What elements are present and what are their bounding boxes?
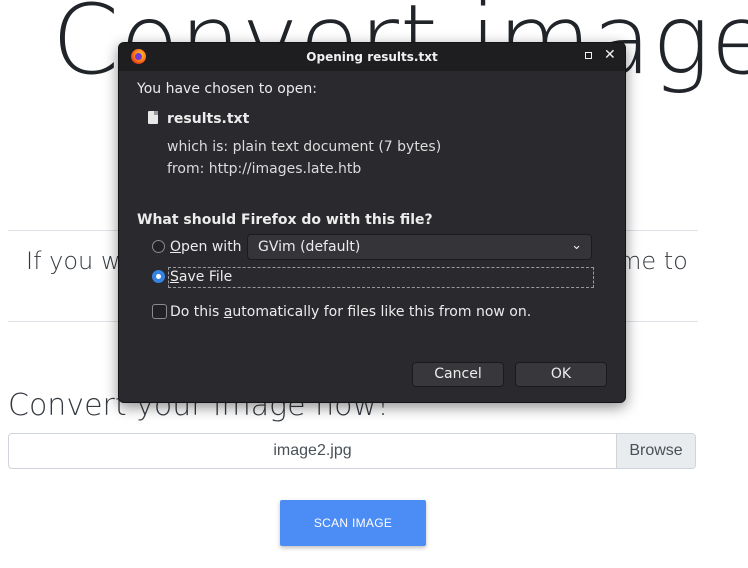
save-file-label[interactable]: Save File (170, 269, 232, 285)
lead-text-right: me to (618, 247, 688, 275)
chosen-text: You have chosen to open: (137, 81, 317, 97)
open-with-mnemonic: O (170, 239, 182, 255)
from-label: from: (167, 161, 205, 177)
scan-image-button[interactable]: SCAN IMAGE (280, 500, 426, 546)
save-file-label-rest: ave File (178, 269, 233, 285)
open-with-label[interactable]: Open with (170, 239, 242, 255)
auto-action-checkbox[interactable] (152, 304, 167, 319)
file-name-display: image2.jpg (273, 442, 352, 459)
file-source-row: from: http://images.late.htb (167, 161, 361, 177)
auto-action-label[interactable]: Do this automatically for files like thi… (170, 304, 531, 320)
document-icon (148, 111, 158, 124)
save-file-radio[interactable] (152, 270, 165, 283)
file-input[interactable]: image2.jpg Browse (8, 433, 696, 469)
file-name: results.txt (167, 111, 250, 127)
which-is-value: plain text document (7 bytes) (232, 139, 442, 155)
maximize-icon[interactable] (585, 52, 592, 59)
auto-action-prefix: Do this (170, 304, 224, 320)
open-with-radio[interactable] (152, 240, 165, 253)
file-type-row: which is: plain text document (7 bytes) (167, 139, 441, 155)
cancel-button[interactable]: Cancel (412, 362, 504, 387)
browse-button[interactable]: Browse (616, 434, 695, 468)
from-value: http://images.late.htb (208, 161, 362, 177)
action-question: What should Firefox do with this file? (137, 212, 433, 228)
dialog-title: Opening results.txt (306, 50, 438, 64)
auto-action-rest: utomatically for files like this from no… (232, 304, 532, 320)
open-with-label-rest: pen with (181, 239, 242, 255)
close-icon[interactable]: ✕ (604, 47, 616, 63)
open-with-app: GVim (default) (258, 239, 361, 255)
which-is-label: which is: (167, 139, 229, 155)
save-file-mnemonic: S (170, 269, 179, 285)
open-with-select[interactable]: GVim (default) ⌄ (247, 234, 592, 260)
dialog-titlebar[interactable]: Opening results.txt ✕ (119, 43, 625, 71)
ok-button[interactable]: OK (515, 362, 607, 387)
chevron-down-icon: ⌄ (571, 238, 582, 253)
download-dialog: Opening results.txt ✕ You have chosen to… (118, 42, 626, 403)
